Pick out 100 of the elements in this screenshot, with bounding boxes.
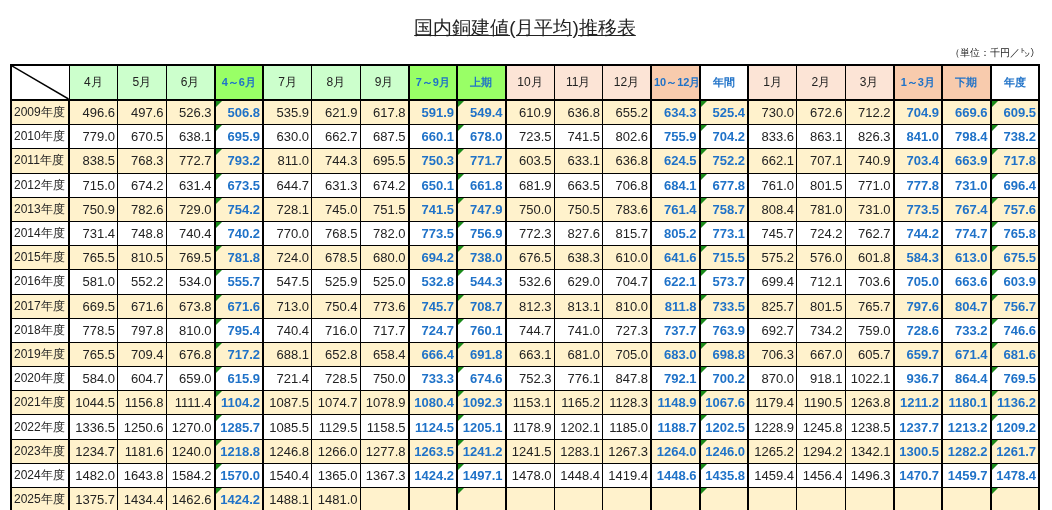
unit-note: （単位：千円／㌧） — [950, 46, 1040, 60]
table-cell: 703.4 — [893, 148, 942, 174]
table-cell: 773.5 — [893, 197, 942, 222]
table-cell: 797.6 — [893, 294, 942, 319]
table-cell: 724.2 — [796, 221, 845, 246]
table-cell: 827.6 — [554, 221, 603, 246]
table-cell: 1245.8 — [796, 414, 845, 440]
column-header: 下期 — [942, 65, 991, 100]
column-header: 7～9月 — [408, 65, 457, 100]
table-cell: 761.4 — [651, 197, 700, 222]
table-cell: 744.7 — [505, 318, 554, 343]
table-cell: 728.5 — [311, 366, 360, 391]
column-header: 年度 — [990, 65, 1039, 100]
table-cell: 793.2 — [214, 148, 263, 174]
row-header: 2025年度 — [11, 487, 69, 510]
table-cell: 750.3 — [408, 148, 457, 174]
table-cell: 581.0 — [69, 269, 118, 294]
column-header: 3月 — [845, 65, 894, 100]
table-cell: 721.4 — [263, 366, 312, 391]
table-cell: 692.7 — [748, 318, 797, 343]
table-cell: 644.7 — [263, 173, 312, 198]
table-cell: 1218.8 — [214, 439, 263, 464]
table-cell: 801.5 — [796, 173, 845, 198]
table-cell: 779.0 — [69, 124, 118, 149]
table-cell: 761.0 — [748, 173, 797, 198]
table-cell: 659.7 — [893, 342, 942, 367]
table-cell: 918.1 — [796, 366, 845, 391]
table-cell — [651, 487, 700, 510]
table-cell: 681.9 — [505, 173, 554, 198]
table-cell: 1264.0 — [651, 439, 700, 464]
table-cell: 704.9 — [893, 100, 942, 125]
table-cell: 506.8 — [214, 100, 263, 125]
table-cell: 591.9 — [408, 100, 457, 125]
table-cell: 1178.9 — [505, 414, 554, 440]
table-cell: 1202.1 — [554, 414, 603, 440]
column-header: 7月 — [263, 65, 312, 100]
table-cell: 752.3 — [505, 366, 554, 391]
table-cell: 552.2 — [117, 269, 166, 294]
table-cell: 670.5 — [117, 124, 166, 149]
table-cell: 1478.0 — [505, 463, 554, 488]
table-cell: 776.1 — [554, 366, 603, 391]
table-cell: 715.0 — [69, 173, 118, 198]
table-cell: 770.0 — [263, 221, 312, 246]
table-cell: 772.3 — [505, 221, 554, 246]
table-cell: 741.0 — [554, 318, 603, 343]
table-cell: 1104.2 — [214, 390, 263, 415]
table-cell: 740.4 — [263, 318, 312, 343]
table-cell: 1424.2 — [214, 487, 263, 510]
table-cell: 745.7 — [748, 221, 797, 246]
table-cell: 624.5 — [651, 148, 700, 174]
table-cell: 863.1 — [796, 124, 845, 149]
table-cell: 584.3 — [893, 245, 942, 270]
row-header: 2019年度 — [11, 342, 69, 367]
table-cell: 1456.4 — [796, 463, 845, 488]
table-cell: 525.9 — [311, 269, 360, 294]
table-cell: 663.5 — [554, 173, 603, 198]
column-header: 5月 — [117, 65, 166, 100]
table-cell: 604.7 — [117, 366, 166, 391]
table-cell: 629.0 — [554, 269, 603, 294]
table-cell: 674.2 — [117, 173, 166, 198]
table-cell: 584.0 — [69, 366, 118, 391]
table-cell: 734.2 — [796, 318, 845, 343]
table-cell: 641.6 — [651, 245, 700, 270]
table-cell: 1336.5 — [69, 414, 118, 440]
table-cell: 547.5 — [263, 269, 312, 294]
table-cell: 781.8 — [214, 245, 263, 270]
table-cell: 631.3 — [311, 173, 360, 198]
table-cell: 1085.5 — [263, 414, 312, 440]
table-cell — [893, 487, 942, 510]
table-cell: 1482.0 — [69, 463, 118, 488]
table-cell: 748.8 — [117, 221, 166, 246]
table-cell: 1459.4 — [748, 463, 797, 488]
row-header: 2009年度 — [11, 100, 69, 125]
table-cell: 754.2 — [214, 197, 263, 222]
table-cell: 662.7 — [311, 124, 360, 149]
column-header: 12月 — [602, 65, 651, 100]
table-cell: 1300.5 — [893, 439, 942, 464]
column-header: 8月 — [311, 65, 360, 100]
column-header: 上期 — [457, 65, 506, 100]
table-cell: 1643.8 — [117, 463, 166, 488]
table-cell: 634.3 — [651, 100, 700, 125]
row-header: 2015年度 — [11, 245, 69, 270]
table-cell: 1540.4 — [263, 463, 312, 488]
table-cell: 870.0 — [748, 366, 797, 391]
column-header: 2月 — [796, 65, 845, 100]
column-header: 年間 — [699, 65, 748, 100]
table-cell: 1211.2 — [893, 390, 942, 415]
column-header: 11月 — [554, 65, 603, 100]
row-header: 2021年度 — [11, 390, 69, 415]
row-header: 2011年度 — [11, 148, 69, 174]
table-cell: 1448.4 — [554, 463, 603, 488]
table-cell: 1080.4 — [408, 390, 457, 415]
table-cell: 694.2 — [408, 245, 457, 270]
row-header: 2013年度 — [11, 197, 69, 222]
table-cell: 1129.5 — [311, 414, 360, 440]
table-cell: 1148.9 — [651, 390, 700, 415]
table-cell: 716.0 — [311, 318, 360, 343]
table-cell: 723.5 — [505, 124, 554, 149]
table-cell: 712.1 — [796, 269, 845, 294]
table-cell: 683.0 — [651, 342, 700, 367]
